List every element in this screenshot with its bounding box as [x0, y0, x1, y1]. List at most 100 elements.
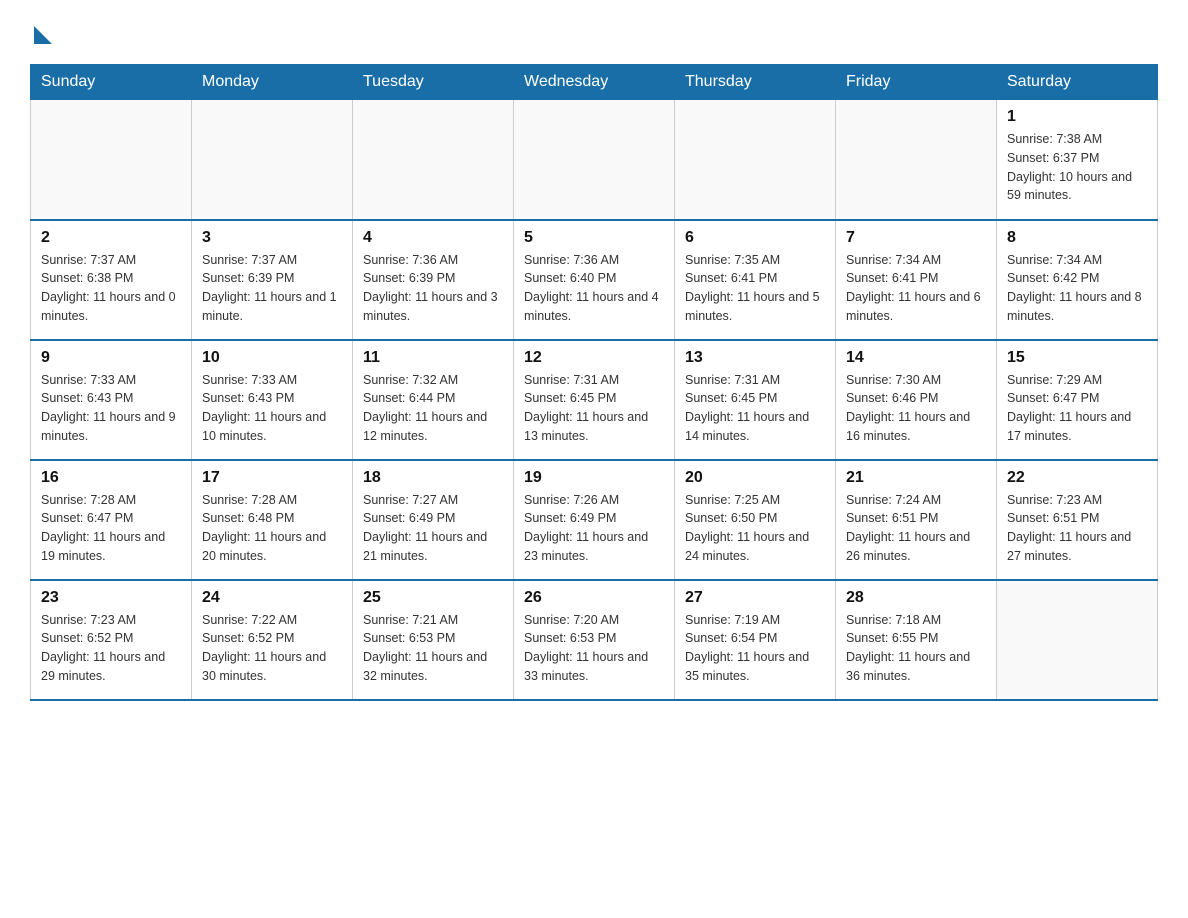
day-number: 9: [41, 349, 181, 367]
table-row: [31, 100, 192, 220]
day-number: 15: [1007, 349, 1147, 367]
day-number: 13: [685, 349, 825, 367]
header-friday: Friday: [836, 65, 997, 100]
calendar-week-row: 2 Sunrise: 7:37 AMSunset: 6:38 PMDaylight…: [31, 220, 1158, 340]
day-number: 28: [846, 589, 986, 607]
table-row: 15Sunrise: 7:29 AMSunset: 6:47 PMDayligh…: [997, 340, 1158, 460]
table-row: 22 Sunrise: 7:23 AMSunset: 6:51 PMDayligh…: [997, 460, 1158, 580]
day-number: 18: [363, 469, 503, 487]
table-row: 23 Sunrise: 7:23 AMSunset: 6:52 PMDayligh…: [31, 580, 192, 700]
logo-arrow-icon: [34, 26, 52, 44]
day-number: 14: [846, 349, 986, 367]
day-number: 24: [202, 589, 342, 607]
table-row: 26 Sunrise: 7:20 AMSunset: 6:53 PMDayligh…: [514, 580, 675, 700]
logo: [30, 20, 52, 44]
day-number: 2: [41, 229, 181, 247]
day-info: Sunrise: 7:31 AMSunset: 6:45 PMDaylight:…: [685, 371, 825, 446]
table-row: 1 Sunrise: 7:38 AMSunset: 6:37 PMDaylight…: [997, 100, 1158, 220]
day-info: Sunrise: 7:28 AMSunset: 6:47 PMDaylight:…: [41, 491, 181, 566]
page-header: [30, 20, 1158, 44]
table-row: 11 Sunrise: 7:32 AMSunset: 6:44 PMDayligh…: [353, 340, 514, 460]
table-row: 8 Sunrise: 7:34 AMSunset: 6:42 PMDaylight…: [997, 220, 1158, 340]
table-row: 28 Sunrise: 7:18 AMSunset: 6:55 PMDayligh…: [836, 580, 997, 700]
day-info: Sunrise: 7:34 AMSunset: 6:41 PMDaylight:…: [846, 251, 986, 326]
day-info: Sunrise: 7:33 AMSunset: 6:43 PMDaylight:…: [202, 371, 342, 446]
table-row: 5 Sunrise: 7:36 AMSunset: 6:40 PMDaylight…: [514, 220, 675, 340]
header-saturday: Saturday: [997, 65, 1158, 100]
calendar-week-row: 16 Sunrise: 7:28 AMSunset: 6:47 PMDayligh…: [31, 460, 1158, 580]
table-row: 10 Sunrise: 7:33 AMSunset: 6:43 PMDayligh…: [192, 340, 353, 460]
day-info: Sunrise: 7:37 AMSunset: 6:38 PMDaylight:…: [41, 251, 181, 326]
table-row: 19 Sunrise: 7:26 AMSunset: 6:49 PMDayligh…: [514, 460, 675, 580]
table-row: 6 Sunrise: 7:35 AMSunset: 6:41 PMDaylight…: [675, 220, 836, 340]
day-info: Sunrise: 7:27 AMSunset: 6:49 PMDaylight:…: [363, 491, 503, 566]
day-info: Sunrise: 7:28 AMSunset: 6:48 PMDaylight:…: [202, 491, 342, 566]
table-row: 27 Sunrise: 7:19 AMSunset: 6:54 PMDayligh…: [675, 580, 836, 700]
table-row: 7 Sunrise: 7:34 AMSunset: 6:41 PMDaylight…: [836, 220, 997, 340]
day-info: Sunrise: 7:20 AMSunset: 6:53 PMDaylight:…: [524, 611, 664, 686]
table-row: [353, 100, 514, 220]
day-number: 4: [363, 229, 503, 247]
day-info: Sunrise: 7:36 AMSunset: 6:40 PMDaylight:…: [524, 251, 664, 326]
day-number: 16: [41, 469, 181, 487]
table-row: 4 Sunrise: 7:36 AMSunset: 6:39 PMDaylight…: [353, 220, 514, 340]
table-row: 24 Sunrise: 7:22 AMSunset: 6:52 PMDayligh…: [192, 580, 353, 700]
day-info: Sunrise: 7:24 AMSunset: 6:51 PMDaylight:…: [846, 491, 986, 566]
table-row: [514, 100, 675, 220]
day-info: Sunrise: 7:25 AMSunset: 6:50 PMDaylight:…: [685, 491, 825, 566]
calendar-header-row: Sunday Monday Tuesday Wednesday Thursday…: [31, 65, 1158, 100]
day-info: Sunrise: 7:32 AMSunset: 6:44 PMDaylight:…: [363, 371, 503, 446]
day-number: 10: [202, 349, 342, 367]
day-number: 25: [363, 589, 503, 607]
day-number: 26: [524, 589, 664, 607]
day-number: 12: [524, 349, 664, 367]
header-tuesday: Tuesday: [353, 65, 514, 100]
header-wednesday: Wednesday: [514, 65, 675, 100]
table-row: 13 Sunrise: 7:31 AMSunset: 6:45 PMDayligh…: [675, 340, 836, 460]
day-number: 1: [1007, 108, 1147, 126]
day-info: Sunrise: 7:35 AMSunset: 6:41 PMDaylight:…: [685, 251, 825, 326]
day-number: 17: [202, 469, 342, 487]
table-row: [997, 580, 1158, 700]
day-info: Sunrise: 7:31 AMSunset: 6:45 PMDaylight:…: [524, 371, 664, 446]
day-number: 7: [846, 229, 986, 247]
table-row: [675, 100, 836, 220]
table-row: 20 Sunrise: 7:25 AMSunset: 6:50 PMDayligh…: [675, 460, 836, 580]
day-info: Sunrise: 7:30 AMSunset: 6:46 PMDaylight:…: [846, 371, 986, 446]
day-info: Sunrise: 7:22 AMSunset: 6:52 PMDaylight:…: [202, 611, 342, 686]
day-info: Sunrise: 7:18 AMSunset: 6:55 PMDaylight:…: [846, 611, 986, 686]
day-number: 22: [1007, 469, 1147, 487]
day-info: Sunrise: 7:19 AMSunset: 6:54 PMDaylight:…: [685, 611, 825, 686]
table-row: 12 Sunrise: 7:31 AMSunset: 6:45 PMDayligh…: [514, 340, 675, 460]
day-info: Sunrise: 7:26 AMSunset: 6:49 PMDaylight:…: [524, 491, 664, 566]
table-row: 21 Sunrise: 7:24 AMSunset: 6:51 PMDayligh…: [836, 460, 997, 580]
day-info: Sunrise: 7:33 AMSunset: 6:43 PMDaylight:…: [41, 371, 181, 446]
day-info: Sunrise: 7:36 AMSunset: 6:39 PMDaylight:…: [363, 251, 503, 326]
table-row: 18 Sunrise: 7:27 AMSunset: 6:49 PMDayligh…: [353, 460, 514, 580]
day-number: 23: [41, 589, 181, 607]
calendar-table: Sunday Monday Tuesday Wednesday Thursday…: [30, 64, 1158, 701]
day-info: Sunrise: 7:38 AMSunset: 6:37 PMDaylight:…: [1007, 130, 1147, 205]
header-sunday: Sunday: [31, 65, 192, 100]
table-row: 14 Sunrise: 7:30 AMSunset: 6:46 PMDayligh…: [836, 340, 997, 460]
day-number: 6: [685, 229, 825, 247]
day-number: 3: [202, 229, 342, 247]
day-number: 20: [685, 469, 825, 487]
day-info: Sunrise: 7:37 AMSunset: 6:39 PMDaylight:…: [202, 251, 342, 326]
header-thursday: Thursday: [675, 65, 836, 100]
calendar-week-row: 23 Sunrise: 7:23 AMSunset: 6:52 PMDayligh…: [31, 580, 1158, 700]
table-row: 3 Sunrise: 7:37 AMSunset: 6:39 PMDaylight…: [192, 220, 353, 340]
table-row: 9 Sunrise: 7:33 AMSunset: 6:43 PMDaylight…: [31, 340, 192, 460]
day-number: 11: [363, 349, 503, 367]
day-info: Sunrise: 7:23 AMSunset: 6:51 PMDaylight:…: [1007, 491, 1147, 566]
table-row: 25 Sunrise: 7:21 AMSunset: 6:53 PMDayligh…: [353, 580, 514, 700]
calendar-week-row: 1 Sunrise: 7:38 AMSunset: 6:37 PMDaylight…: [31, 100, 1158, 220]
day-number: 27: [685, 589, 825, 607]
day-info: Sunrise: 7:23 AMSunset: 6:52 PMDaylight:…: [41, 611, 181, 686]
day-info: Sunrise: 7:34 AMSunset: 6:42 PMDaylight:…: [1007, 251, 1147, 326]
day-number: 19: [524, 469, 664, 487]
day-number: 8: [1007, 229, 1147, 247]
day-number: 21: [846, 469, 986, 487]
day-number: 5: [524, 229, 664, 247]
day-info: Sunrise: 7:21 AMSunset: 6:53 PMDaylight:…: [363, 611, 503, 686]
